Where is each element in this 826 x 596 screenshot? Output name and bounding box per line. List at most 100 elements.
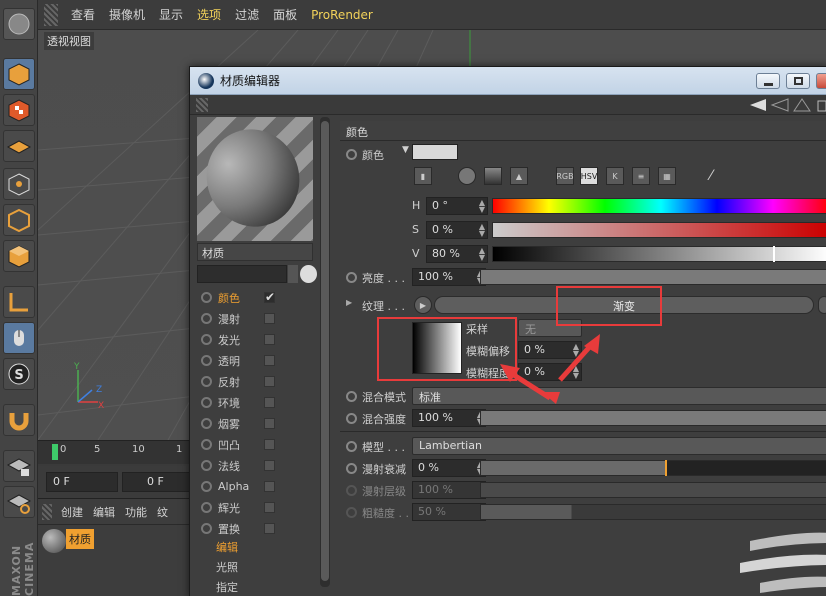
channel-filter-arrow-icon[interactable] [288,265,298,283]
channel-radio[interactable] [201,439,212,450]
menu-display[interactable]: 显示 [152,6,190,23]
menu-filter[interactable]: 过滤 [228,6,266,23]
channel-radio[interactable] [201,481,212,492]
channel-checkbox[interactable] [264,334,275,345]
material-name-field[interactable]: 材质 [197,243,313,261]
eyedropper-icon[interactable]: ⁄ [702,167,720,185]
channel-item[interactable]: 环境 [197,392,313,413]
planar-workplane-icon[interactable] [3,486,35,518]
v-field[interactable]: 80 % ▲ ▼ [426,245,488,263]
channel-extra-item[interactable]: 编辑 [216,539,313,559]
timeline-ruler[interactable]: 0 5 10 1 [38,440,190,464]
channel-item[interactable]: 烟雾 [197,413,313,434]
channel-radio[interactable] [201,523,212,534]
maximize-button[interactable] [786,73,810,89]
color-picker-icon[interactable]: ▮ [414,167,432,185]
undo-sphere-icon[interactable] [3,8,35,40]
menu-options[interactable]: 选项 [190,6,228,23]
snap-icon[interactable]: S [3,358,35,390]
minimize-button[interactable] [756,73,780,89]
spectrum-icon[interactable] [484,167,502,185]
mode-hsv-button[interactable]: HSV [580,167,598,185]
material-thumbnail-label[interactable]: 材质 [66,529,94,549]
magnet-icon[interactable] [3,404,35,436]
diffuse-level-radio[interactable] [346,485,357,496]
expand-arrow-icon[interactable]: ▼ [402,145,409,155]
channel-item[interactable]: 反射 [197,371,313,392]
channel-radio[interactable] [201,355,212,366]
channel-item[interactable]: 颜色 ✔ [197,287,313,308]
channel-item[interactable]: 发光 [197,329,313,350]
channel-radio[interactable] [201,502,212,513]
mix-mode-radio[interactable] [346,391,357,402]
color-wheel-icon[interactable] [458,167,476,185]
mix-strength-radio[interactable] [346,413,357,424]
mm-menu-texture[interactable]: 纹 [152,504,173,520]
channel-checkbox[interactable] [264,376,275,387]
editor-titlebar[interactable]: 材质编辑器 [190,67,826,95]
mm-menu-function[interactable]: 功能 [120,504,152,520]
scrollbar-thumb[interactable] [321,121,329,581]
channel-filter-field[interactable] [197,265,287,283]
diffuse-falloff-field[interactable]: 0 %▲▼ [412,459,486,477]
saturation-slider[interactable] [492,222,826,238]
color-radio[interactable] [346,149,357,160]
roughness-radio[interactable] [346,507,357,518]
playhead[interactable] [52,444,58,460]
channel-item[interactable]: 漫射 [197,308,313,329]
mm-menu-edit[interactable]: 编辑 [88,504,120,520]
channel-checkbox[interactable] [264,355,275,366]
edge-mode-icon[interactable] [3,204,35,236]
menu-panel[interactable]: 面板 [266,6,304,23]
value-slider[interactable] [492,246,826,262]
color-swatch[interactable] [412,144,458,160]
axis-mode-icon[interactable] [3,286,35,318]
channel-item[interactable]: 法线 [197,455,313,476]
navigation-arrows-icon[interactable] [746,97,826,113]
channel-checkbox[interactable] [264,502,275,513]
channel-checkbox[interactable]: ✔ [264,291,275,303]
texture-menu-arrow-icon[interactable]: ▶ [414,296,432,314]
material-preview[interactable] [193,116,313,241]
brightness-radio[interactable] [346,272,357,283]
mode-rgb-button[interactable]: RGB [556,167,574,185]
channel-extra-item[interactable]: 光照 [216,559,313,579]
model-mode-icon[interactable] [3,58,35,90]
model-dropdown[interactable]: Lambertian [412,437,826,455]
menu-prorender[interactable]: ProRender [304,8,380,22]
menu-camera[interactable]: 摄像机 [102,6,152,23]
menu-view[interactable]: 查看 [64,6,102,23]
close-button[interactable] [816,73,826,89]
tweak-mode-icon[interactable] [3,322,35,354]
channel-item[interactable]: 透明 [197,350,313,371]
diffuse-level-slider[interactable] [480,482,826,498]
image-picker-icon[interactable]: ▲ [510,167,528,185]
channel-checkbox[interactable] [264,439,275,450]
model-radio[interactable] [346,441,357,452]
mix-strength-slider[interactable] [480,410,826,426]
channel-scrollbar[interactable] [320,117,330,587]
channel-checkbox[interactable] [264,418,275,429]
channel-checkbox[interactable] [264,397,275,408]
s-field[interactable]: 0 % ▲ ▼ [426,221,488,239]
swatches-icon[interactable]: ▦ [658,167,676,185]
texture-expand-icon[interactable]: ▶ [346,298,352,307]
channel-item[interactable]: 凹凸 [197,434,313,455]
pick-cursor-icon[interactable] [300,265,317,283]
channel-checkbox[interactable] [264,523,275,534]
point-mode-icon[interactable] [3,168,35,200]
hue-slider[interactable] [492,198,826,214]
end-frame-field[interactable]: 0 F [122,472,194,492]
diffuse-level-field[interactable]: 100 % [412,481,486,499]
start-frame-field[interactable]: 0 F [46,472,118,492]
channel-radio[interactable] [201,292,212,303]
channel-radio[interactable] [201,397,212,408]
value-slider-handle[interactable] [773,246,775,262]
diffuse-falloff-radio[interactable] [346,463,357,474]
polygon-mode-icon[interactable] [3,240,35,272]
diffuse-falloff-slider[interactable] [480,460,826,476]
h-field[interactable]: 0 ° ▲ ▼ [426,197,488,215]
mixer-icon[interactable]: ≡ [632,167,650,185]
channel-item[interactable]: Alpha [197,476,313,497]
mode-kelvin-button[interactable]: K [606,167,624,185]
